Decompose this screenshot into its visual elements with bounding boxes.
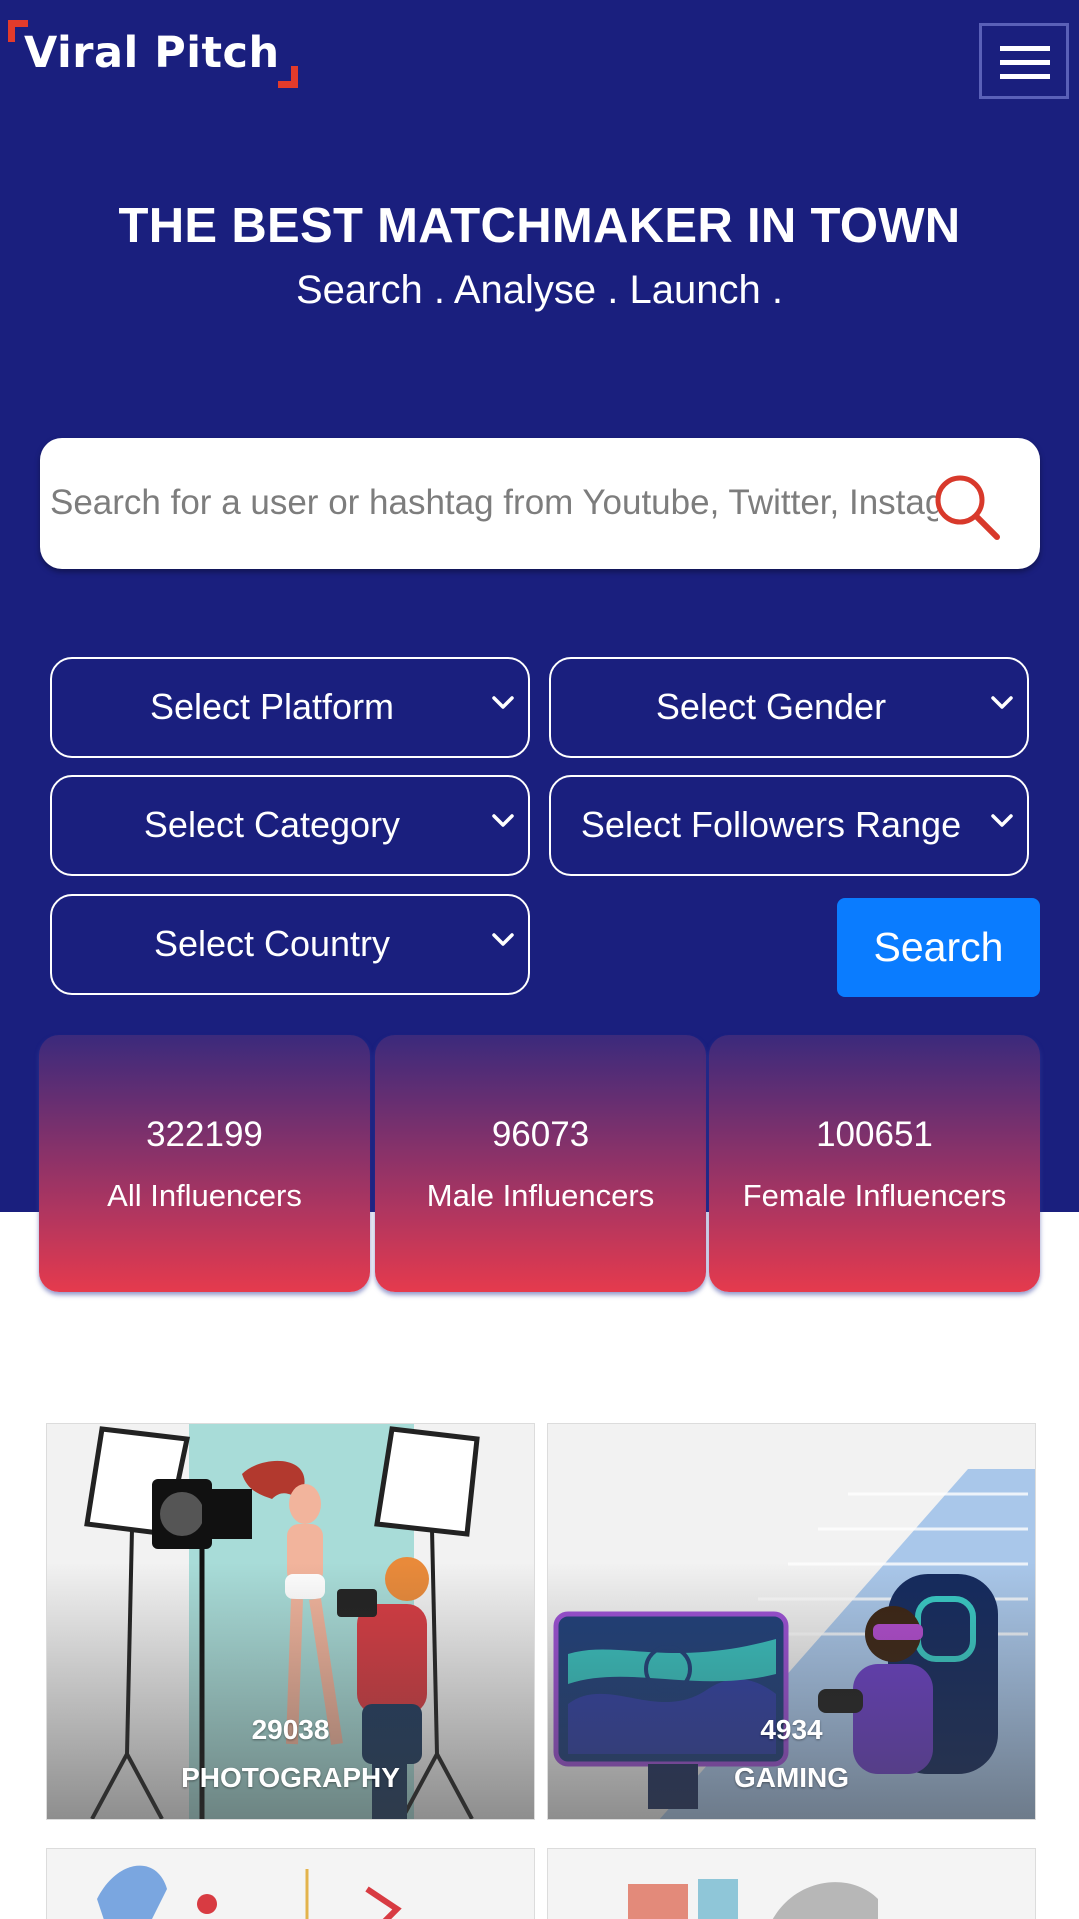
category-name: GAMING	[733, 1762, 850, 1793]
search-bar	[40, 438, 1040, 569]
category-count: 4934	[760, 1714, 823, 1745]
followers-range-select[interactable]: Select Followers Range	[549, 775, 1029, 876]
stat-label: Female Influencers	[742, 1178, 1007, 1213]
platform-select[interactable]: Select Platform	[50, 657, 530, 758]
search-icon[interactable]	[930, 470, 1004, 544]
category-select-label: Select Category	[143, 804, 401, 845]
category-name: PHOTOGRAPHY	[181, 1762, 400, 1793]
chevron-down-icon	[991, 814, 1013, 827]
stat-count: 100651	[816, 1115, 933, 1154]
stat-label: All Influencers	[107, 1178, 302, 1213]
category-tile-partial[interactable]	[46, 1848, 535, 1919]
chevron-down-icon	[991, 696, 1013, 709]
category-tile-partial[interactable]	[547, 1848, 1036, 1919]
stat-label: Male Influencers	[426, 1178, 655, 1213]
country-select-label: Select Country	[153, 923, 391, 964]
logo-text: Viral Pitch	[24, 28, 280, 78]
tile-shade	[548, 1424, 1035, 1819]
search-input[interactable]	[50, 458, 938, 548]
hero-headline: THE BEST MATCHMAKER IN TOWN	[118, 199, 961, 253]
search-button[interactable]: Search	[837, 898, 1040, 997]
menu-button[interactable]	[979, 23, 1069, 99]
viral-pitch-logo[interactable]: Viral Pitch	[8, 20, 298, 88]
gender-select-label: Select Gender	[655, 686, 887, 727]
platform-select-label: Select Platform	[149, 686, 395, 727]
category-count: 29038	[251, 1714, 330, 1745]
country-select[interactable]: Select Country	[50, 894, 530, 995]
logo-bracket-bottom-right	[278, 66, 298, 88]
hero-section: Viral Pitch THE BEST MATCHMAKER IN TOWN …	[0, 0, 1079, 1212]
chevron-down-icon	[492, 933, 514, 946]
tile-shade	[47, 1424, 534, 1819]
hero-tagline: Search . Analyse . Launch .	[296, 268, 783, 312]
stat-card-male-influencers[interactable]: 96073 Male Influencers	[375, 1035, 706, 1292]
chevron-down-icon	[492, 696, 514, 709]
stat-count: 96073	[491, 1115, 590, 1154]
category-illustration	[47, 1849, 534, 1919]
category-tile-gaming[interactable]: 4934 GAMING	[547, 1423, 1036, 1820]
gender-select[interactable]: Select Gender	[549, 657, 1029, 758]
category-select[interactable]: Select Category	[50, 775, 530, 876]
followers-range-select-label: Select Followers Range	[580, 804, 962, 845]
category-tile-photography[interactable]: 29038 PHOTOGRAPHY	[46, 1423, 535, 1820]
stat-card-all-influencers[interactable]: 322199 All Influencers	[39, 1035, 370, 1292]
chevron-down-icon	[492, 814, 514, 827]
category-illustration	[548, 1849, 1035, 1919]
stat-count: 322199	[146, 1115, 263, 1154]
stat-card-female-influencers[interactable]: 100651 Female Influencers	[709, 1035, 1040, 1292]
